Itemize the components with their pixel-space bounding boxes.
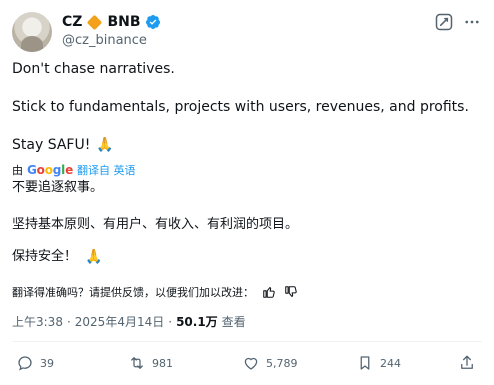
translated-line: 保持安全！ xyxy=(12,249,78,264)
tweet-line: Don't chase narratives. xyxy=(12,61,175,77)
retweet-count: 981 xyxy=(152,356,173,370)
reply-button[interactable]: 39 xyxy=(16,354,54,372)
translation-prefix: 由 xyxy=(12,164,23,177)
more-options-icon[interactable] xyxy=(462,12,482,32)
meta-separator: · xyxy=(168,314,173,329)
retweet-icon xyxy=(131,357,143,369)
like-button[interactable]: 5,789 xyxy=(242,354,298,372)
avatar[interactable] xyxy=(12,12,52,52)
praying-hands-emoji: 🙏 xyxy=(96,137,114,153)
praying-hands-emoji: 🙏 xyxy=(85,249,103,265)
translation-feedback: 翻译得准确吗？请提供反馈，以便我们加以改进： xyxy=(12,284,298,300)
tweet-line: Stick to fundamentals, projects with use… xyxy=(12,99,469,115)
author-name[interactable]: CZ xyxy=(62,14,82,30)
action-bar: 39 981 5,789 244 xyxy=(12,354,482,376)
feedback-prompt: 翻译得准确吗？请提供反馈，以便我们加以改进： xyxy=(12,286,254,299)
tweet-line: Stay SAFU! xyxy=(12,137,91,153)
reply-icon xyxy=(18,356,32,371)
author-badge-text: BNB xyxy=(107,14,141,30)
views-label: 查看 xyxy=(221,315,246,329)
bnb-diamond-icon xyxy=(87,14,103,30)
tweet-date[interactable]: 2025年4月14日 xyxy=(75,313,164,330)
retweet-button[interactable]: 981 xyxy=(128,354,173,372)
verified-badge-icon[interactable] xyxy=(145,14,161,30)
thumbs-down-icon[interactable] xyxy=(284,285,298,299)
translated-line: 不要追逐叙事。 xyxy=(12,180,104,195)
grok-icon[interactable] xyxy=(434,12,454,32)
google-logo: Google xyxy=(27,163,74,177)
views-action-count: 244 xyxy=(380,356,401,370)
share-button[interactable] xyxy=(458,354,476,372)
author-name-row[interactable]: CZ BNB xyxy=(62,13,161,31)
views-button[interactable]: 244 xyxy=(356,354,401,372)
translated-line-row: 保持安全！ 🙏 xyxy=(12,247,102,267)
translated-line: 坚持基本原则、有用户、有收入、有利润的项目。 xyxy=(12,217,299,232)
tweet-header: CZ BNB @cz_binance xyxy=(12,10,482,52)
like-count: 5,789 xyxy=(266,356,298,370)
tweet-meta: 上午3:38 · 2025年4月14日 · 50.1万 查看 xyxy=(12,313,246,330)
divider xyxy=(12,341,482,342)
translation-attribution: 由 Google 翻译自 英语 xyxy=(12,162,136,178)
tweet-time[interactable]: 上午3:38 xyxy=(12,313,63,330)
bookmark-icon xyxy=(360,356,370,370)
heart-icon xyxy=(244,357,258,370)
thumbs-up-icon[interactable] xyxy=(262,285,276,299)
reply-count: 39 xyxy=(40,356,54,370)
share-icon xyxy=(461,355,473,369)
views-count: 50.1万 xyxy=(176,315,218,329)
author-handle[interactable]: @cz_binance xyxy=(62,33,147,48)
tweet-line-row: Stay SAFU! 🙏 xyxy=(12,135,114,155)
translate-source-link[interactable]: 翻译自 英语 xyxy=(77,162,136,178)
meta-separator: · xyxy=(66,314,71,329)
